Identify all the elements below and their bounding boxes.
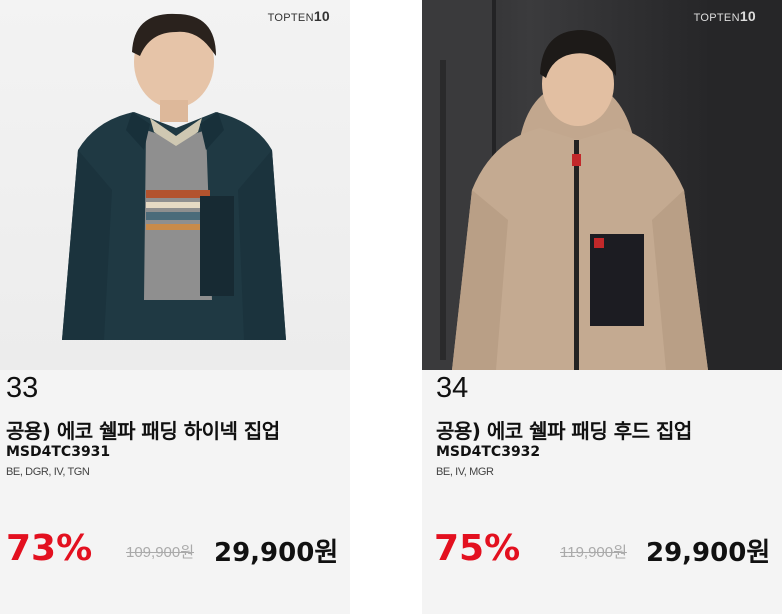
product-name[interactable]: 공용) 에코 쉘파 패딩 후드 집업 xyxy=(436,415,692,444)
discount-rate: 73% xyxy=(6,528,93,569)
discount-rate: 75% xyxy=(434,528,521,569)
original-price: 119,900원 xyxy=(560,544,627,561)
product-colors: BE, IV, MGR xyxy=(436,466,494,478)
product-rank: 33 xyxy=(6,372,39,404)
brand-logo: TOPTEN10 xyxy=(693,8,756,24)
product-colors: BE, DGR, IV, TGN xyxy=(6,466,90,478)
product-photo-illustration xyxy=(422,0,782,370)
product-code: MSD4TC3931 xyxy=(6,444,111,460)
product-name[interactable]: 공용) 에코 쉘파 패딩 하이넥 집업 xyxy=(6,415,280,444)
product-image[interactable]: TOPTEN10 xyxy=(422,0,782,370)
product-rank: 34 xyxy=(436,372,469,404)
product-card-33[interactable]: TOPTEN10 33 공용) 에코 쉘파 패딩 하이넥 집업 MSD4TC39… xyxy=(0,0,350,614)
product-image[interactable]: TOPTEN10 xyxy=(0,0,350,370)
sale-price: 29,900원 xyxy=(214,538,339,568)
product-photo-illustration xyxy=(62,13,286,340)
brand-logo: TOPTEN10 xyxy=(267,8,330,24)
original-price: 109,900원 xyxy=(126,544,195,561)
product-card-34[interactable]: TOPTEN10 34 공용) 에코 쉘파 패딩 후드 집업 MSD4TC393… xyxy=(422,0,782,614)
sale-price: 29,900원 xyxy=(646,538,771,568)
product-code: MSD4TC3932 xyxy=(436,444,541,460)
